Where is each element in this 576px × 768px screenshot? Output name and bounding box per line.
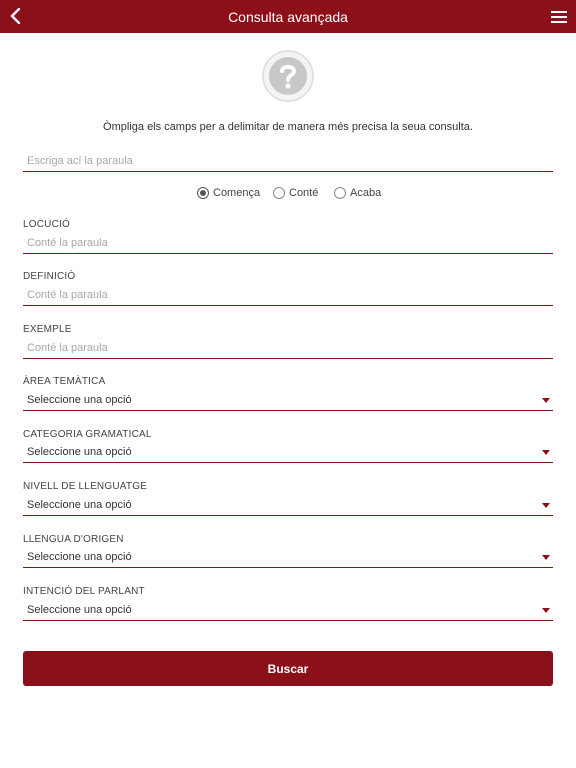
select-value: Seleccione una opció: [27, 394, 132, 406]
nivell-llenguatge-select[interactable]: Seleccione una opció: [23, 496, 553, 516]
select-value: Seleccione una opció: [27, 446, 132, 458]
menu-button[interactable]: [548, 6, 570, 28]
select-value: Seleccione una opció: [27, 499, 132, 511]
radio-label: Comença: [213, 187, 261, 199]
intencio-parlant-label: INTENCIÓ DEL PARLANT: [23, 586, 145, 597]
radio-checked-icon: [197, 187, 209, 199]
select-value: Seleccione una opció: [27, 551, 132, 563]
categoria-gramatical-label: CATEGORIA GRAMATICAL: [23, 429, 152, 440]
exemple-label: EXEMPLE: [23, 324, 72, 335]
radio-label: Conté: [289, 187, 319, 199]
nivell-llenguatge-label: NIVELL DE LLENGUATGE: [23, 481, 148, 492]
radio-unchecked-icon: [273, 187, 285, 199]
radio-acaba[interactable]: Acaba: [334, 187, 381, 199]
intencio-parlant-select[interactable]: Seleccione una opció: [23, 601, 553, 621]
categoria-gramatical-select[interactable]: Seleccione una opció: [23, 443, 553, 463]
match-mode-group: Comença Conté Acaba: [0, 187, 576, 203]
radio-conte[interactable]: Conté: [273, 187, 318, 199]
dropdown-arrow-icon: [542, 450, 550, 455]
intro-text: Òmpliga els camps per a delimitar de man…: [103, 121, 473, 133]
page-title: Consulta avançada: [228, 9, 348, 25]
llengua-origen-label: LLENGUA D'ORIGEN: [23, 534, 124, 545]
select-value: Seleccione una opció: [27, 604, 132, 616]
hamburger-menu-icon: [551, 11, 567, 23]
radio-comenca[interactable]: Comença: [197, 187, 260, 199]
dropdown-arrow-icon: [542, 503, 550, 508]
help-icon-badge: [262, 50, 314, 102]
locucio-label: LOCUCIÓ: [23, 219, 70, 230]
dropdown-arrow-icon: [542, 608, 550, 613]
question-mark-icon: [262, 50, 314, 102]
search-input[interactable]: [23, 151, 553, 172]
radio-label: Acaba: [350, 187, 382, 199]
radio-unchecked-icon: [334, 187, 346, 199]
search-button[interactable]: Buscar: [23, 651, 553, 686]
definicio-input[interactable]: [23, 285, 553, 306]
definicio-label: DEFINICIÓ: [23, 271, 76, 282]
top-app-bar: Consulta avançada: [0, 0, 576, 33]
area-tematica-label: ÀREA TEMÀTICA: [23, 376, 106, 387]
llengua-origen-select[interactable]: Seleccione una opció: [23, 548, 553, 568]
dropdown-arrow-icon: [542, 398, 550, 403]
area-tematica-select[interactable]: Seleccione una opció: [23, 391, 553, 411]
locucio-input[interactable]: [23, 233, 553, 254]
dropdown-arrow-icon: [542, 555, 550, 560]
exemple-input[interactable]: [23, 338, 553, 359]
